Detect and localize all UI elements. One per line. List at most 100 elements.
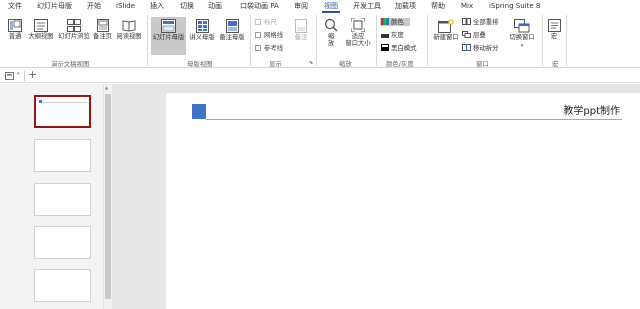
arrange-all-button[interactable]: 全部重排	[462, 18, 499, 26]
cascade-button[interactable]: 层叠	[462, 31, 486, 39]
slide-sorter-button[interactable]: 幻灯片浏览	[57, 19, 91, 41]
slide-master-icon	[161, 19, 176, 33]
quick-toolbar: ▾ +	[0, 69, 640, 83]
slide-thumbnail[interactable]	[34, 269, 91, 302]
add-slide-button[interactable]: +	[28, 69, 37, 81]
chevron-down-icon[interactable]: ▾	[17, 71, 20, 77]
tab-file[interactable]: 文件	[8, 2, 22, 11]
group-divider	[250, 15, 251, 66]
grayscale-option[interactable]: 灰度	[381, 31, 404, 39]
thumbnail-scrollbar[interactable]: ▲	[103, 84, 111, 309]
handout-master-button[interactable]: 讲义母版	[188, 19, 216, 42]
tab-review[interactable]: 审阅	[294, 2, 308, 11]
group-label-show: 显示	[269, 60, 282, 68]
magnifier-icon	[324, 18, 338, 32]
group-divider	[427, 15, 428, 66]
tab-addins[interactable]: 加载项	[395, 2, 416, 11]
gridlines-checkbox[interactable]: 网格线	[255, 31, 283, 39]
slide-thumbnail[interactable]	[34, 183, 91, 216]
dialog-launcher-icon[interactable]: ⬊	[309, 60, 313, 66]
checkbox-box	[255, 19, 261, 25]
normal-view-icon	[8, 19, 22, 32]
group-label-macros: 宏	[552, 60, 559, 68]
tab-developer[interactable]: 开发工具	[353, 2, 381, 11]
title-square-decoration	[192, 104, 206, 119]
notes-page-icon	[96, 19, 109, 32]
scrollbar-thumb[interactable]	[105, 94, 111, 299]
color-option[interactable]: 颜色	[380, 18, 410, 26]
group-divider	[566, 15, 567, 66]
tab-animations[interactable]: 动画	[208, 2, 222, 11]
slide-editor: 教学ppt制作	[112, 84, 640, 309]
ruler-checkbox[interactable]: 标尺	[255, 18, 277, 26]
fit-window-icon	[351, 18, 365, 32]
group-divider	[147, 15, 148, 66]
outline-view-icon	[34, 19, 48, 32]
tab-home[interactable]: 开始	[87, 2, 101, 11]
chevron-down-icon: ▾	[520, 43, 524, 49]
tab-view[interactable]: 视图	[324, 2, 338, 11]
grayscale-icon	[381, 31, 389, 38]
slide-sorter-icon	[67, 19, 81, 32]
switch-window-icon	[514, 19, 530, 33]
arrange-all-icon	[462, 18, 471, 25]
tab-islide[interactable]: iSlide	[116, 2, 135, 11]
slide-title[interactable]: 教学ppt制作	[563, 102, 620, 117]
group-label-window: 窗口	[476, 60, 489, 68]
group-divider	[376, 15, 377, 66]
title-underline	[206, 119, 622, 120]
ribbon: 普通 大纲视图 幻灯片浏览 备注页 阅读视图 演示文稿视图 幻灯片母版 讲义母版…	[0, 13, 640, 68]
checkbox-box	[255, 45, 261, 51]
slide-thumbnail-selected[interactable]	[34, 95, 91, 128]
tab-transitions[interactable]: 切换	[180, 2, 194, 11]
tab-help[interactable]: 帮助	[431, 2, 445, 11]
group-label-presentation-views: 演示文稿视图	[51, 60, 90, 68]
handout-master-icon	[195, 19, 209, 33]
notes-icon	[295, 19, 307, 33]
tab-ispring[interactable]: iSpring Suite 8	[489, 2, 540, 11]
notes-button[interactable]: 备注	[291, 19, 311, 42]
checkbox-box	[255, 32, 261, 38]
group-divider	[542, 15, 543, 66]
tab-pocket-animation[interactable]: 口袋动画 PA	[240, 2, 279, 11]
tab-mix[interactable]: Mix	[461, 2, 473, 11]
notes-master-icon	[225, 19, 239, 33]
tab-insert[interactable]: 插入	[150, 2, 164, 11]
tab-slide-master[interactable]: 幻灯片母版	[37, 2, 72, 11]
black-white-option[interactable]: 黑白模式	[381, 44, 417, 52]
slide-thumbnail[interactable]	[34, 226, 91, 259]
toolbar-divider	[24, 71, 25, 81]
slide-layout-icon[interactable]	[5, 72, 14, 80]
slide-canvas[interactable]: 教学ppt制作	[166, 93, 640, 309]
slide-thumbnail[interactable]	[34, 139, 91, 172]
ribbon-tab-bar: 文件 幻灯片母版 开始 iSlide 插入 切换 动画 口袋动画 PA 审阅 视…	[0, 0, 640, 13]
zoom-button[interactable]: 缩 放	[320, 18, 342, 47]
thumbnail-marker	[39, 100, 42, 103]
thumbnail-line	[43, 102, 87, 103]
reading-view-button[interactable]: 阅读视图	[115, 19, 143, 41]
move-split-button[interactable]: 移动拆分	[462, 44, 499, 52]
macro-icon	[547, 19, 561, 32]
group-divider	[316, 15, 317, 66]
color-palette-icon	[381, 18, 389, 25]
guides-checkbox[interactable]: 参考线	[255, 44, 283, 52]
new-window-icon	[438, 19, 454, 33]
scroll-up-icon[interactable]: ▲	[105, 85, 108, 90]
cascade-icon	[462, 31, 471, 38]
reading-view-icon	[122, 20, 136, 32]
group-label-zoom: 缩放	[339, 60, 352, 68]
normal-view-button[interactable]: 普通	[5, 19, 25, 41]
outline-view-button[interactable]: 大纲视图	[27, 19, 55, 41]
fit-to-window-button[interactable]: 适应 窗口大小	[343, 18, 373, 47]
notes-master-button[interactable]: 备注母版	[218, 19, 246, 42]
black-white-icon	[381, 44, 389, 51]
group-label-color: 颜色/灰度	[386, 60, 414, 68]
switch-window-button[interactable]: 切换窗口 ▾	[506, 19, 538, 50]
slide-thumbnail-pane: ▲	[0, 84, 112, 309]
group-label-master-views: 母版视图	[187, 60, 213, 68]
slide-master-button[interactable]: 幻灯片母版	[151, 17, 186, 55]
macros-button[interactable]: 宏	[546, 19, 562, 41]
new-window-button[interactable]: 新建窗口	[430, 19, 462, 42]
move-split-icon	[462, 44, 471, 51]
notes-page-button[interactable]: 备注页	[92, 19, 113, 41]
